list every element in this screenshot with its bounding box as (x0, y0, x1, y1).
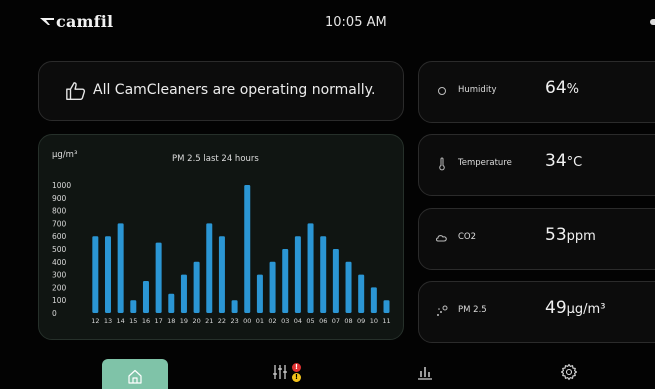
humidity-icon (438, 87, 446, 95)
temperature-card[interactable]: Temperature 34°C (418, 134, 655, 196)
x-tick-label: 01 (256, 317, 264, 325)
x-tick-label: 18 (167, 317, 175, 325)
x-tick-label: 06 (319, 317, 327, 325)
pm25-chart-panel: µg/m³ PM 2.5 last 24 hours 1000 900 800 700 60… (38, 134, 404, 340)
bar-09 (358, 274, 365, 313)
bar-03 (282, 249, 289, 313)
status-message: All CamCleaners are operating normally. (93, 82, 376, 98)
bar-16 (142, 281, 149, 313)
x-tick-label: 04 (294, 317, 302, 325)
bar-20 (193, 261, 200, 313)
metric-value: 53ppm (545, 225, 596, 245)
x-tick-label: 21 (205, 317, 213, 325)
x-tick-label: 15 (129, 317, 137, 325)
pm25-chart: µg/m³ PM 2.5 last 24 hours100090080070060… (52, 150, 391, 325)
x-tick-label: 11 (382, 317, 390, 325)
bar-17 (155, 242, 162, 313)
x-tick-label: 22 (218, 317, 226, 325)
bar-00 (244, 185, 251, 313)
edge-indicator-icon[interactable] (650, 19, 655, 25)
x-tick-label: 19 (180, 317, 188, 325)
metric-label: Temperature (458, 158, 512, 168)
bar-04 (294, 236, 301, 313)
nav-controls-button[interactable]: ! ! (272, 363, 301, 385)
nav-statistics-button[interactable] (416, 363, 434, 385)
x-tick-label: 02 (268, 317, 276, 325)
co2-card[interactable]: CO2 53ppm (418, 208, 655, 270)
alert-badge-yellow: ! (292, 373, 301, 382)
x-tick-label: 23 (230, 317, 238, 325)
y-tick-label: 500 (52, 245, 67, 254)
y-tick-label: 300 (52, 271, 67, 280)
y-tick-label: 600 (52, 232, 67, 241)
bar-18 (168, 293, 175, 313)
top-bar: camfil 10:05 AM (0, 0, 655, 44)
bar-06 (320, 236, 327, 313)
bar-11 (383, 300, 390, 313)
humidity-card[interactable]: Humidity 64% (418, 61, 655, 123)
y-tick-label: 700 (52, 219, 67, 228)
thumbs-up-icon (66, 82, 86, 100)
bar-08 (345, 261, 352, 313)
thermometer-icon (439, 157, 445, 171)
y-tick-label: 100 (52, 296, 67, 305)
chart-title: PM 2.5 last 24 hours (172, 154, 259, 164)
bar-15 (130, 300, 137, 313)
brand-name: camfil (56, 12, 114, 31)
bar-07 (332, 249, 339, 313)
x-tick-label: 03 (281, 317, 289, 325)
y-tick-label: 0 (52, 309, 57, 318)
y-tick-label: 200 (52, 283, 67, 292)
y-tick-label: 1000 (52, 181, 71, 190)
pm25-card[interactable]: PM 2.5 49µg/m³ (418, 281, 655, 343)
bar-19 (180, 274, 187, 313)
bottom-nav: ! ! (0, 355, 655, 389)
x-tick-label: 09 (357, 317, 365, 325)
x-tick-label: 13 (104, 317, 112, 325)
metric-label: CO2 (458, 232, 477, 242)
bar-chart-icon (418, 367, 432, 380)
x-tick-label: 14 (117, 317, 125, 325)
metric-label: Humidity (458, 85, 497, 95)
bar-10 (370, 287, 377, 313)
x-tick-label: 00 (243, 317, 251, 325)
metric-value: 49µg/m³ (545, 298, 606, 318)
x-tick-label: 16 (142, 317, 150, 325)
x-tick-label: 05 (306, 317, 314, 325)
bar-12 (92, 236, 99, 313)
particles-icon (437, 305, 448, 316)
bar-22 (218, 236, 225, 313)
y-tick-label: 800 (52, 207, 67, 216)
x-tick-label: 12 (91, 317, 99, 325)
bar-23 (231, 300, 238, 313)
bar-14 (117, 223, 124, 313)
x-tick-label: 17 (154, 317, 162, 325)
metric-value: 34°C (545, 151, 583, 171)
nav-settings-button[interactable] (560, 363, 578, 385)
bar-21 (206, 223, 213, 313)
alert-badge-red: ! (292, 363, 301, 372)
x-tick-label: 07 (332, 317, 340, 325)
chart-unit-label: µg/m³ (52, 150, 77, 160)
brand-logo: camfil (40, 12, 113, 31)
y-tick-label: 400 (52, 258, 67, 267)
status-panel: All CamCleaners are operating normally. (38, 61, 404, 121)
bar-05 (307, 223, 314, 313)
bar-02 (269, 261, 276, 313)
clock: 10:05 AM (325, 15, 387, 30)
metric-label: PM 2.5 (458, 305, 487, 315)
bar-13 (104, 236, 111, 313)
metric-value: 64% (545, 78, 579, 98)
gear-icon (560, 363, 578, 381)
x-tick-label: 10 (370, 317, 378, 325)
bar-01 (256, 274, 263, 313)
home-icon (128, 369, 142, 384)
co2-icon (436, 235, 447, 242)
x-tick-label: 08 (344, 317, 352, 325)
y-tick-label: 900 (52, 194, 67, 203)
x-tick-label: 20 (192, 317, 200, 325)
sliders-icon (273, 365, 287, 379)
logo-swoosh-icon (40, 17, 54, 25)
